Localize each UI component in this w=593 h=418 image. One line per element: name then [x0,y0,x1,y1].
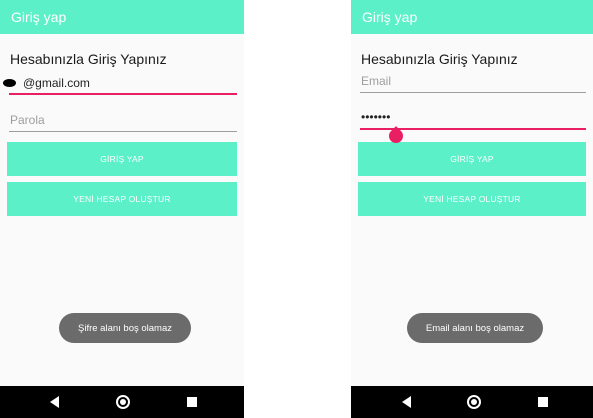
email-field[interactable] [360,71,586,93]
navigation-bar [0,386,244,418]
register-button[interactable]: YENİ HESAP OLUŞTUR [358,182,586,216]
email-input[interactable] [360,71,586,91]
page-heading: Hesabınızla Giriş Yapınız [10,51,167,67]
email-field[interactable] [9,73,237,95]
register-button[interactable]: YENİ HESAP OLUŞTUR [7,182,237,216]
home-icon[interactable] [467,395,481,409]
password-underline [9,131,237,132]
toast-message: Email alanı boş olamaz [407,313,543,343]
recent-apps-icon[interactable] [538,397,548,407]
email-underline [360,92,586,93]
recent-apps-icon[interactable] [187,397,197,407]
login-button[interactable]: GİRİŞ YAP [358,142,586,176]
app-bar-title: Giriş yap [362,9,418,25]
email-underline [9,93,237,95]
phone-screen-left: Giriş yap Hesabınızla Giriş Yapınız GİRİ… [0,0,244,418]
app-bar: Giriş yap [351,0,593,34]
app-bar: Giriş yap [0,0,244,34]
back-icon[interactable] [402,396,411,408]
login-button[interactable]: GİRİŞ YAP [7,142,237,176]
password-field[interactable] [9,110,237,132]
navigation-bar [351,386,593,418]
app-bar-title: Giriş yap [11,9,67,25]
password-input[interactable]: ••••••• [361,110,390,124]
phone-screen-right: Giriş yap Hesabınızla Giriş Yapınız ••••… [351,0,593,418]
back-icon[interactable] [50,396,59,408]
redaction-mark [3,79,16,87]
password-input[interactable] [9,110,237,130]
page-heading: Hesabınızla Giriş Yapınız [361,51,518,67]
email-input[interactable] [9,73,237,93]
toast-message: Şifre alanı boş olamaz [59,313,191,343]
home-icon[interactable] [116,395,130,409]
